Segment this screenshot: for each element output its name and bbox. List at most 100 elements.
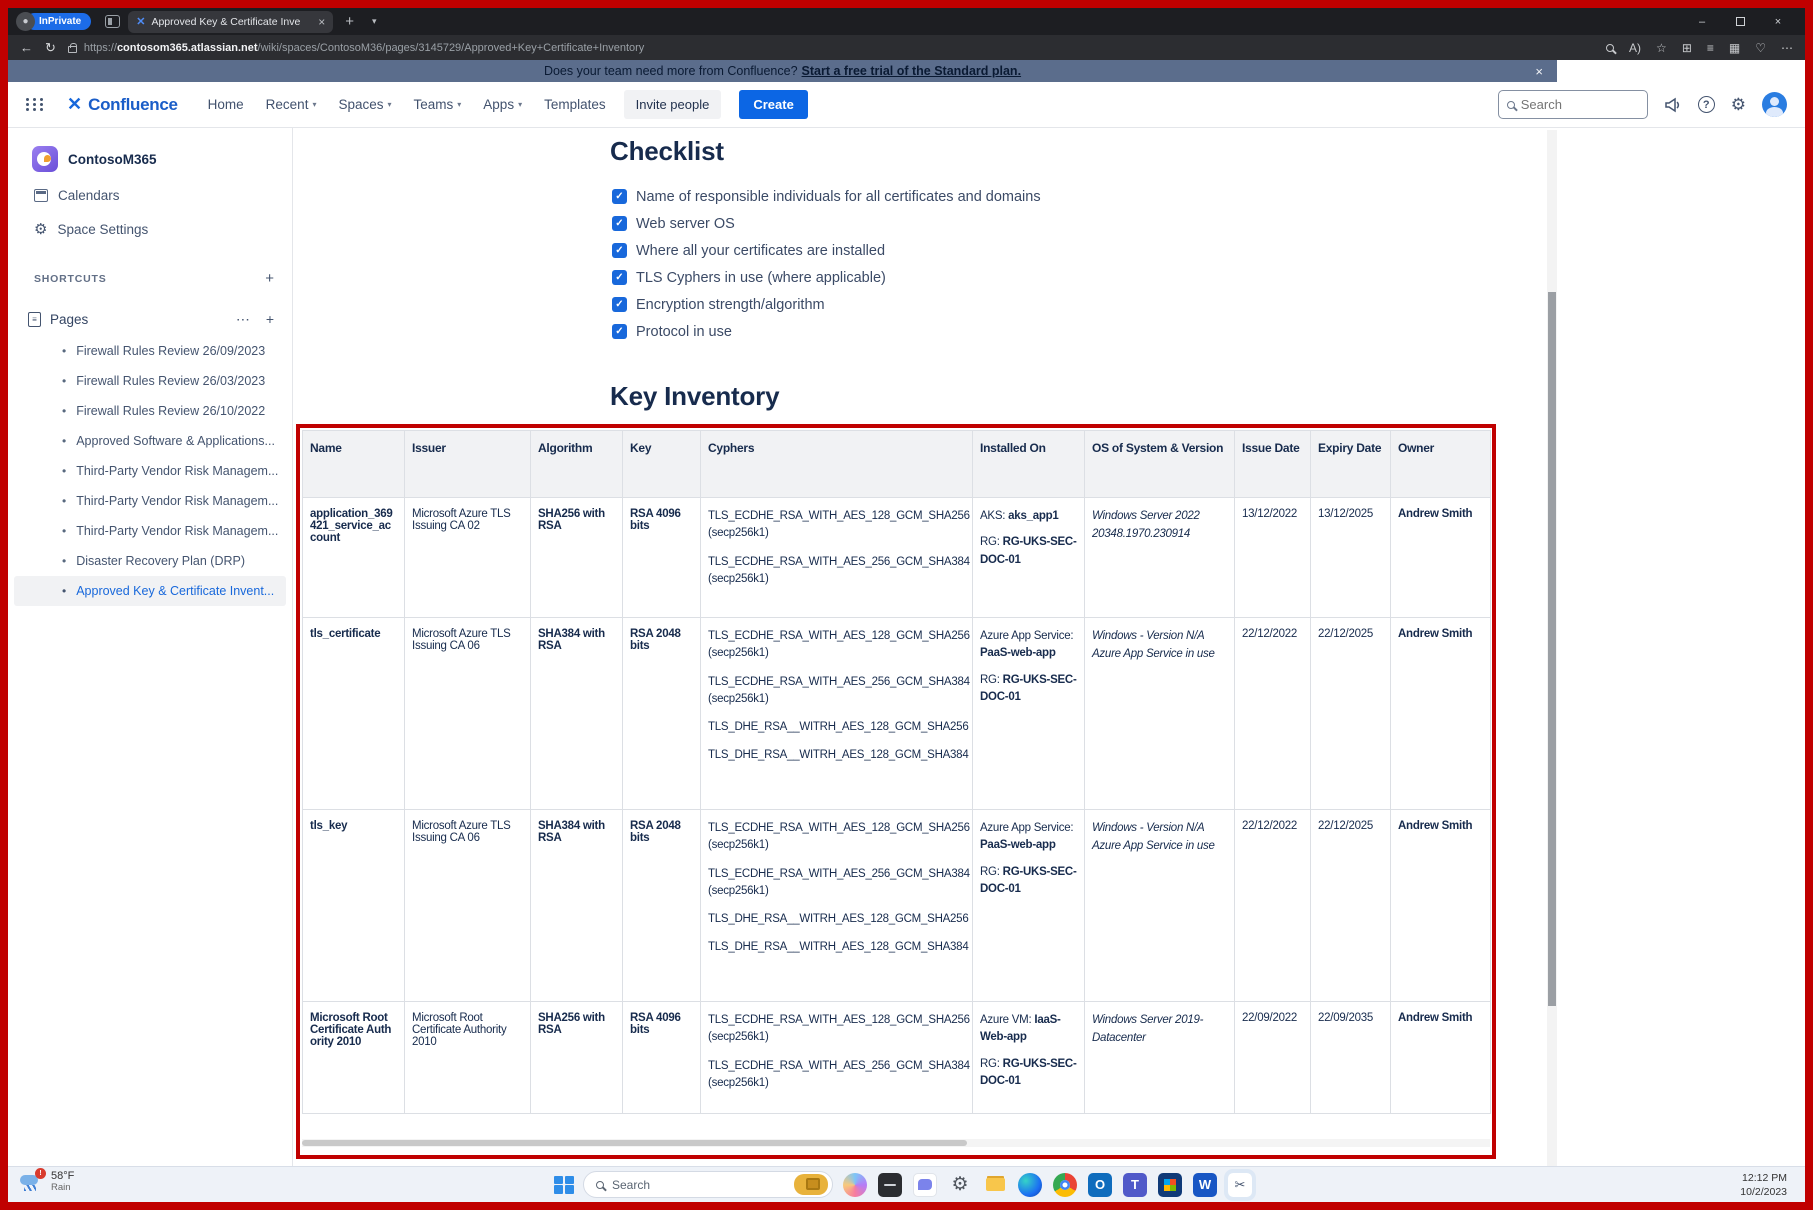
checked-checkbox[interactable]: ✓ bbox=[612, 324, 627, 339]
add-page-icon[interactable]: + bbox=[266, 311, 274, 328]
cell-algorithm: SHA256 with RSA bbox=[531, 1002, 623, 1114]
page-vertical-scrollbar[interactable] bbox=[1547, 130, 1557, 1166]
checked-checkbox[interactable]: ✓ bbox=[612, 270, 627, 285]
sidebar-item-calendars[interactable]: Calendars bbox=[8, 180, 292, 210]
checked-checkbox[interactable]: ✓ bbox=[612, 189, 627, 204]
sidebar-page-item[interactable]: •Firewall Rules Review 26/03/2023 bbox=[14, 366, 286, 396]
back-icon[interactable]: ← bbox=[20, 40, 33, 55]
installed-on-line: AKS: aks_app1 bbox=[980, 508, 1077, 525]
sidebar-page-item[interactable]: •Third-Party Vendor Risk Managem... bbox=[14, 456, 286, 486]
collections-icon[interactable]: ≡ bbox=[1707, 41, 1714, 55]
table-horizontal-scrollbar[interactable] bbox=[302, 1139, 1490, 1147]
tab-close-icon[interactable]: × bbox=[318, 15, 325, 29]
notepad-icon[interactable] bbox=[878, 1173, 902, 1197]
nav-item-home[interactable]: Home bbox=[208, 97, 244, 112]
sidebar-page-item[interactable]: •Firewall Rules Review 26/10/2022 bbox=[14, 396, 286, 426]
extensions-icon[interactable]: ▦ bbox=[1729, 41, 1740, 55]
search-box[interactable] bbox=[1498, 90, 1648, 119]
chrome-icon[interactable] bbox=[1053, 1173, 1077, 1197]
cypher-line: TLS_ECDHE_RSA_WITH_AES_256_GCM_SHA384 bbox=[708, 1058, 965, 1075]
banner-trial-link[interactable]: Start a free trial of the Standard plan. bbox=[802, 64, 1022, 78]
nav-item-apps[interactable]: Apps▾ bbox=[483, 97, 522, 112]
bullet-icon: • bbox=[62, 434, 66, 448]
zoom-icon[interactable] bbox=[1606, 44, 1614, 52]
pages-header[interactable]: ≡ Pages ⋯ + bbox=[28, 311, 274, 328]
add-shortcut-icon[interactable]: + bbox=[265, 270, 274, 287]
banner-close-icon[interactable]: × bbox=[1535, 64, 1543, 79]
table-row: application_369421_service_accountMicros… bbox=[303, 498, 1491, 618]
browser-essentials-icon[interactable]: ♡ bbox=[1755, 41, 1766, 55]
taskbar-search[interactable]: Search bbox=[583, 1171, 833, 1198]
table-row: Microsoft Root Certificate Authority 201… bbox=[303, 1002, 1491, 1114]
browser-tab[interactable]: ✕ Approved Key & Certificate Inve × bbox=[128, 11, 333, 33]
start-button[interactable] bbox=[553, 1175, 573, 1195]
checked-checkbox[interactable]: ✓ bbox=[612, 216, 627, 231]
invite-people-button[interactable]: Invite people bbox=[624, 90, 722, 119]
workspaces-icon[interactable] bbox=[105, 15, 120, 28]
teams-icon[interactable]: T bbox=[1123, 1173, 1147, 1197]
weather-widget[interactable]: ! 58°F Rain bbox=[20, 1170, 74, 1193]
microsoft-365-icon[interactable] bbox=[1158, 1173, 1182, 1197]
page-item-label: Approved Key & Certificate Invent... bbox=[76, 584, 274, 598]
favorites-icon[interactable]: ☆ bbox=[1656, 41, 1667, 55]
sidebar-page-item[interactable]: •Third-Party Vendor Risk Managem... bbox=[14, 486, 286, 516]
scrollbar-thumb[interactable] bbox=[1548, 292, 1556, 1006]
word-icon[interactable]: W bbox=[1193, 1173, 1217, 1197]
tab-list-caret-icon[interactable]: ▾ bbox=[372, 16, 377, 27]
cell-expiry-date: 22/09/2035 bbox=[1311, 1002, 1391, 1114]
sidebar-page-item[interactable]: •Approved Software & Applications... bbox=[14, 426, 286, 456]
taskbar-clock[interactable]: 12:12 PM 10/2/2023 bbox=[1740, 1172, 1787, 1199]
sidebar-page-item[interactable]: •Firewall Rules Review 26/09/2023 bbox=[14, 336, 286, 366]
address-field[interactable]: https://contosom365.atlassian.net/wiki/s… bbox=[68, 42, 644, 54]
confluence-brand[interactable]: ✕ Confluence bbox=[67, 94, 178, 115]
scrollbar-thumb[interactable] bbox=[302, 1140, 967, 1146]
checked-checkbox[interactable]: ✓ bbox=[612, 297, 627, 312]
cypher-entry: TLS_ECDHE_RSA_WITH_AES_256_GCM_SHA384(se… bbox=[708, 1058, 965, 1093]
cell-name: tls_key bbox=[303, 810, 405, 1002]
close-window-button[interactable]: × bbox=[1759, 8, 1797, 35]
cypher-entry: TLS_ECDHE_RSA_WITH_AES_256_GCM_SHA384(se… bbox=[708, 554, 965, 589]
checklist-item-label: Where all your certificates are installe… bbox=[636, 243, 885, 259]
sidebar-page-item[interactable]: •Third-Party Vendor Risk Managem... bbox=[14, 516, 286, 546]
sidebar-page-item[interactable]: •Disaster Recovery Plan (DRP) bbox=[14, 546, 286, 576]
sidebar-page-item[interactable]: • Approved Key & Certificate Invent... bbox=[14, 576, 286, 606]
os-line: Azure App Service in use bbox=[1092, 646, 1227, 664]
chat-icon[interactable] bbox=[913, 1173, 937, 1197]
copilot-icon[interactable] bbox=[843, 1173, 867, 1197]
search-input[interactable] bbox=[1521, 97, 1621, 112]
announcement-icon[interactable] bbox=[1664, 97, 1682, 113]
nav-item-recent[interactable]: Recent▾ bbox=[266, 97, 317, 112]
sidebar-item-space-settings[interactable]: ⚙ Space Settings bbox=[8, 214, 292, 244]
outlook-icon[interactable]: O bbox=[1088, 1173, 1112, 1197]
file-explorer-icon[interactable] bbox=[983, 1173, 1007, 1197]
nav-item-spaces[interactable]: Spaces▾ bbox=[338, 97, 391, 112]
nav-item-teams[interactable]: Teams▾ bbox=[414, 97, 462, 112]
bullet-icon: • bbox=[62, 584, 66, 598]
settings-gear-icon[interactable]: ⚙ bbox=[1731, 95, 1746, 115]
settings-icon[interactable]: ⚙ bbox=[948, 1173, 972, 1197]
user-avatar[interactable] bbox=[1762, 92, 1787, 117]
minimize-button[interactable]: – bbox=[1683, 8, 1721, 35]
key-inventory-table: NameIssuerAlgorithmKeyCyphersInstalled O… bbox=[302, 430, 1491, 1114]
checked-checkbox[interactable]: ✓ bbox=[612, 243, 627, 258]
edge-icon[interactable] bbox=[1018, 1173, 1042, 1197]
split-screen-icon[interactable]: ⊞ bbox=[1682, 41, 1692, 55]
help-icon[interactable]: ? bbox=[1698, 96, 1715, 113]
pages-more-icon[interactable]: ⋯ bbox=[236, 311, 250, 328]
app-switcher-icon[interactable] bbox=[26, 98, 45, 111]
create-button[interactable]: Create bbox=[739, 90, 807, 119]
refresh-icon[interactable]: ↻ bbox=[45, 40, 56, 56]
snipping-tool-icon[interactable]: ✂ bbox=[1228, 1173, 1252, 1197]
maximize-button[interactable] bbox=[1721, 8, 1759, 35]
cell-name: tls_certificate bbox=[303, 618, 405, 810]
read-aloud-icon[interactable]: A) bbox=[1629, 41, 1641, 55]
inprivate-badge[interactable]: ● InPrivate bbox=[16, 12, 91, 31]
space-header[interactable]: ContosoM365 bbox=[8, 142, 292, 176]
nav-item-templates[interactable]: Templates bbox=[544, 97, 606, 112]
rain-icon: ! bbox=[20, 1171, 44, 1193]
installed-label: Azure VM: bbox=[980, 1014, 1034, 1026]
calendar-icon bbox=[34, 189, 48, 202]
settings-more-icon[interactable]: ⋯ bbox=[1781, 41, 1793, 55]
new-tab-button[interactable]: + bbox=[345, 13, 354, 30]
page-content: Checklist ✓Name of responsible individua… bbox=[294, 128, 1805, 1166]
